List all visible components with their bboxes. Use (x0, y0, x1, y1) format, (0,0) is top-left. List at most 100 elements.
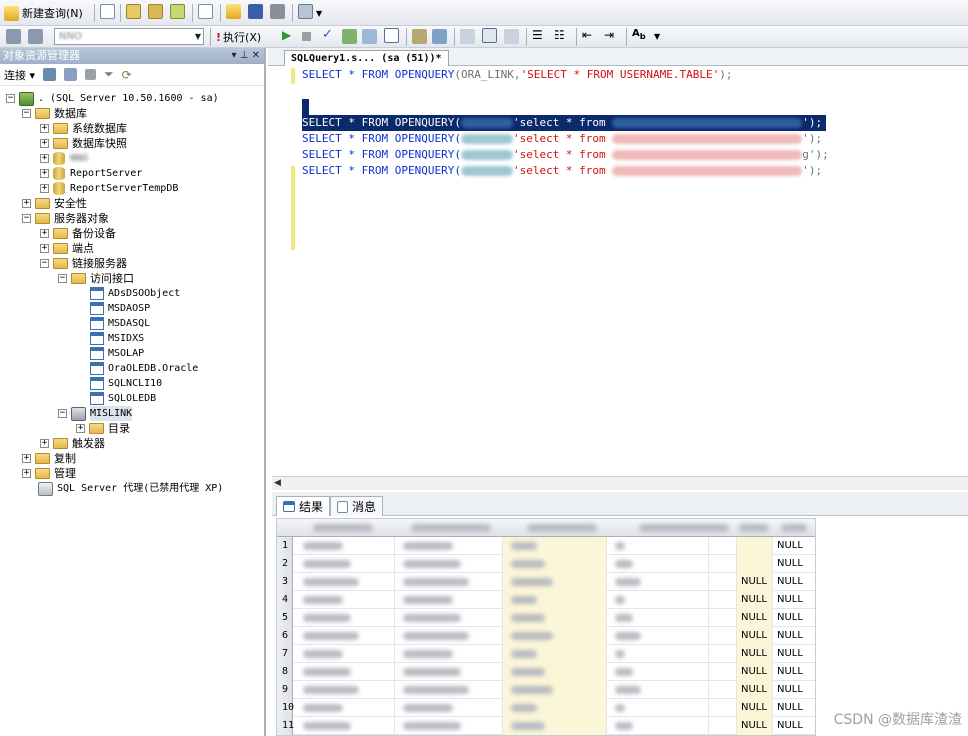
execute-button[interactable]: ! 执行(X) (216, 28, 261, 46)
table-cell[interactable] (709, 609, 737, 627)
refresh-icon[interactable]: ⟳ (122, 68, 132, 82)
activity-monitor-icon[interactable] (298, 4, 313, 19)
mdx-query-icon[interactable] (170, 4, 185, 19)
decrease-indent-icon[interactable]: ⇤ (582, 28, 592, 42)
results-to-file-icon[interactable] (504, 29, 519, 44)
db-query-icon[interactable] (126, 4, 141, 19)
table-cell[interactable] (709, 555, 737, 573)
tree-provider-item[interactable]: MSDAOSP (90, 301, 150, 316)
table-cell[interactable] (503, 699, 607, 717)
table-cell[interactable]: NULL (737, 699, 773, 717)
toolbar2-overflow-icon[interactable]: ▼ (654, 32, 660, 41)
connect-dropdown[interactable]: 连接 ▾ (4, 67, 35, 83)
row-number[interactable]: 5 (277, 609, 293, 627)
tree-backup-devices[interactable]: + 备份设备 (40, 226, 116, 241)
tree-db-snapshots[interactable]: + 数据库快照 (40, 136, 127, 151)
expand-icon[interactable]: + (40, 229, 49, 238)
table-cell[interactable] (395, 555, 503, 573)
database-select[interactable]: NNO ▼ (54, 28, 204, 45)
table-row[interactable]: 1 NULL (277, 537, 815, 555)
stop-icon[interactable] (302, 32, 311, 41)
table-cell[interactable]: NULL (737, 645, 773, 663)
table-row[interactable]: 5 NULL NULL (277, 609, 815, 627)
results-to-grid-icon[interactable] (482, 28, 497, 43)
table-cell[interactable] (295, 609, 395, 627)
table-cell[interactable] (737, 555, 773, 573)
tree-databases[interactable]: − 数据库 (22, 106, 87, 121)
table-cell[interactable] (709, 699, 737, 717)
panel-controls-icon[interactable]: ▾ ⊥ ✕ (232, 48, 260, 64)
table-cell[interactable] (503, 645, 607, 663)
table-row[interactable]: 10 NULL NULL (277, 699, 815, 717)
tree-replication[interactable]: + 复制 (22, 451, 76, 466)
row-number[interactable]: 2 (277, 555, 293, 573)
include-plan-icon[interactable] (412, 29, 427, 44)
table-cell[interactable] (709, 681, 737, 699)
filter-icon[interactable]: ⏷ (104, 67, 114, 82)
row-number[interactable]: 3 (277, 573, 293, 591)
uncomment-icon[interactable]: ☷ (554, 28, 565, 42)
table-cell[interactable]: NULL (737, 609, 773, 627)
table-cell[interactable]: NULL (773, 681, 815, 699)
table-cell[interactable]: NULL (773, 555, 815, 573)
tree-server-objects[interactable]: − 服务器对象 (22, 211, 109, 226)
disconnect-icon[interactable] (64, 68, 78, 81)
connect-server-icon[interactable] (43, 68, 57, 81)
table-cell[interactable]: NULL (773, 645, 815, 663)
row-number[interactable]: 1 (277, 537, 293, 555)
row-number[interactable]: 8 (277, 663, 293, 681)
client-stats-icon[interactable] (432, 29, 447, 44)
tree-provider-item[interactable]: OraOLEDB.Oracle (90, 361, 198, 376)
scroll-left-icon[interactable]: ◀ (274, 478, 281, 488)
tree-linked-servers[interactable]: − 链接服务器 (40, 256, 127, 271)
tree-agent[interactable]: SQL Server 代理(已禁用代理 XP) (38, 481, 223, 496)
tree-db-blurred[interactable]: + NNO (40, 151, 88, 166)
table-cell[interactable] (295, 699, 395, 717)
expand-icon[interactable]: + (76, 424, 85, 433)
add-file-icon[interactable] (198, 4, 213, 19)
table-cell[interactable] (503, 573, 607, 591)
tab-sqlquery1[interactable]: SQLQuery1.s... (sa (51))* (284, 50, 449, 66)
table-cell[interactable]: NULL (773, 663, 815, 681)
table-cell[interactable] (607, 573, 709, 591)
toolbar-overflow-icon[interactable]: ▼ (316, 4, 322, 22)
new-query-button[interactable]: 新建查询(N) (4, 4, 83, 22)
table-cell[interactable] (503, 537, 607, 555)
table-cell[interactable] (607, 591, 709, 609)
tab-messages[interactable]: 消息 (330, 496, 384, 516)
table-cell[interactable] (395, 609, 503, 627)
expand-icon[interactable]: + (40, 154, 49, 163)
tree-provider-item[interactable]: SQLNCLI10 (90, 376, 162, 391)
table-row[interactable]: 8 NULL NULL (277, 663, 815, 681)
table-cell[interactable] (607, 627, 709, 645)
tree-triggers[interactable]: + 触发器 (40, 436, 105, 451)
table-row[interactable]: 9 NULL NULL (277, 681, 815, 699)
table-cell[interactable] (607, 681, 709, 699)
expand-icon[interactable]: + (40, 139, 49, 148)
collapse-icon[interactable]: − (22, 109, 31, 118)
table-cell[interactable] (607, 609, 709, 627)
table-cell[interactable] (709, 663, 737, 681)
debug-icon[interactable]: ▶ (282, 28, 291, 42)
table-row[interactable]: 11 NULL NULL (277, 717, 815, 735)
table-cell[interactable] (395, 663, 503, 681)
table-cell[interactable] (295, 591, 395, 609)
table-cell[interactable] (295, 645, 395, 663)
save-icon[interactable] (248, 4, 263, 19)
editor-horizontal-scrollbar[interactable]: ◀ (272, 476, 968, 490)
table-cell[interactable] (709, 645, 737, 663)
table-cell[interactable] (709, 627, 737, 645)
connect-icon[interactable] (6, 29, 21, 44)
table-row[interactable]: 3 NULL NULL (277, 573, 815, 591)
expand-icon[interactable]: + (40, 439, 49, 448)
table-row[interactable]: 2 NULL (277, 555, 815, 573)
table-cell[interactable] (503, 681, 607, 699)
collapse-icon[interactable]: − (58, 409, 67, 418)
new-file-icon[interactable] (100, 4, 115, 19)
results-grid[interactable]: 1 NULL 2 NULL 3 NULL NULL 4 NULL NULL 5 NULL NULL 6 NU… (276, 518, 816, 736)
sql-editor[interactable]: SELECT * FROM OPENQUERY(ORA_LINK,'SELECT… (272, 66, 968, 476)
tree-endpoints[interactable]: + 端点 (40, 241, 94, 256)
table-cell[interactable]: NULL (773, 591, 815, 609)
table-cell[interactable] (395, 699, 503, 717)
table-cell[interactable] (503, 717, 607, 735)
